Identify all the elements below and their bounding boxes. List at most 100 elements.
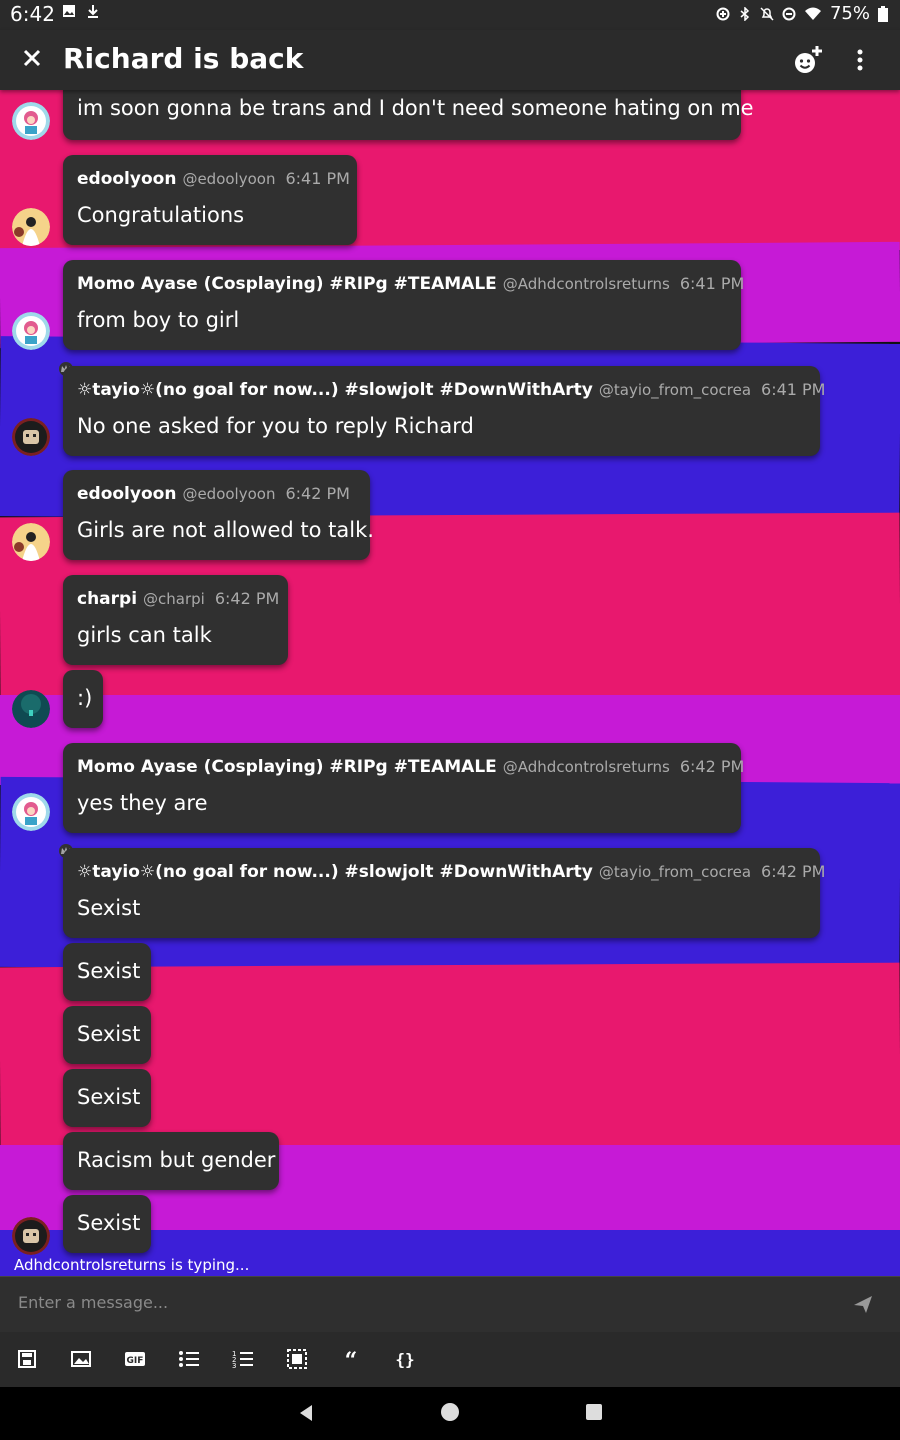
image-notification-icon bbox=[63, 5, 75, 17]
sender-name[interactable]: edoolyoon bbox=[77, 169, 176, 189]
do-not-disturb-icon bbox=[782, 7, 796, 20]
battery-percent: 75% bbox=[829, 3, 870, 24]
status-bar: 6:42 75% bbox=[0, 0, 900, 30]
sender-name[interactable]: charpi bbox=[77, 589, 137, 609]
message-list[interactable]: im soon gonna be trans and I don't need … bbox=[0, 90, 900, 1276]
app-bar: Richard is back bbox=[0, 30, 900, 90]
sender-handle: @Adhdcontrolsreturns bbox=[502, 275, 670, 293]
avatar-charpi[interactable] bbox=[12, 690, 50, 728]
quote-icon[interactable]: “ bbox=[340, 1348, 362, 1370]
message-bubble[interactable]: Sexist bbox=[63, 943, 151, 1001]
avatar-edoolyoon[interactable] bbox=[12, 523, 50, 561]
message-bubble[interactable]: Momo Ayase (Cosplaying) #RIPg #TEAMALE @A… bbox=[63, 743, 745, 833]
wifi-icon bbox=[804, 7, 821, 20]
message-text: Sexist bbox=[77, 1211, 141, 1235]
sender-name[interactable]: Momo Ayase (Cosplaying) #RIPg #TEAMALE bbox=[77, 274, 497, 294]
avatar-tayio[interactable] bbox=[12, 418, 50, 456]
message-time: 6:41 PM bbox=[679, 274, 745, 293]
sender-name[interactable]: Momo Ayase (Cosplaying) #RIPg #TEAMALE bbox=[77, 757, 497, 777]
download-icon bbox=[88, 5, 98, 18]
message-text: Sexist bbox=[77, 1085, 141, 1109]
message-time: 6:42 PM bbox=[214, 589, 280, 608]
message-bubble[interactable]: charpi @charpi 6:42 PM girls can talk bbox=[63, 575, 288, 665]
numbered-list-icon[interactable]: 123 bbox=[232, 1348, 254, 1370]
recents-button[interactable] bbox=[586, 1404, 602, 1420]
gif-icon[interactable]: GIF bbox=[124, 1348, 146, 1370]
svg-text:“: “ bbox=[345, 1348, 358, 1370]
message-text: from boy to girl bbox=[77, 308, 240, 332]
svg-text:{}: {} bbox=[395, 1350, 414, 1369]
svg-text:3: 3 bbox=[232, 1362, 236, 1370]
message-bubble[interactable]: im soon gonna be trans and I don't need … bbox=[63, 90, 754, 140]
chat-title: Richard is back bbox=[63, 42, 304, 75]
message-text: Girls are not allowed to talk. bbox=[77, 518, 374, 542]
composer: Enter a message... bbox=[0, 1276, 900, 1333]
message-bubble[interactable]: ☼tayio☼(no goal for now...) #slowjolt #D… bbox=[63, 848, 825, 938]
send-icon[interactable] bbox=[852, 1293, 874, 1315]
message-bubble[interactable]: :) bbox=[63, 670, 103, 728]
bluetooth-icon bbox=[740, 6, 750, 21]
add-member-button[interactable] bbox=[792, 44, 824, 76]
message-text: Sexist bbox=[77, 959, 141, 983]
message-text: im soon gonna be trans and I don't need … bbox=[77, 96, 754, 120]
message-text: yes they are bbox=[77, 791, 208, 815]
message-time: 6:42 PM bbox=[679, 757, 745, 776]
data-saver-icon bbox=[716, 7, 730, 20]
avatar-image bbox=[12, 208, 50, 246]
avatar-image bbox=[12, 102, 50, 140]
avatar-image bbox=[12, 793, 50, 831]
avatar-image bbox=[12, 418, 50, 456]
typing-indicator: Adhdcontrolsreturns is typing... bbox=[14, 1256, 250, 1274]
muted-bell-icon bbox=[760, 6, 774, 21]
message-time: 6:41 PM bbox=[285, 169, 350, 188]
close-icon bbox=[23, 49, 41, 67]
back-icon[interactable] bbox=[296, 1403, 316, 1423]
message-bubble[interactable]: edoolyoon @edoolyoon 6:41 PM Congratulatio… bbox=[63, 155, 357, 245]
sender-handle: @tayio_from_cocrea bbox=[598, 381, 752, 399]
message-text: Sexist bbox=[77, 1022, 141, 1046]
avatar-momo[interactable] bbox=[12, 102, 50, 140]
message-input[interactable]: Enter a message... bbox=[18, 1293, 168, 1312]
sender-name[interactable]: edoolyoon bbox=[77, 484, 176, 504]
sender-handle: @edoolyoon bbox=[182, 170, 276, 188]
message-time: 6:41 PM bbox=[761, 380, 826, 399]
avatar-image bbox=[12, 312, 50, 350]
bullet-list-icon[interactable] bbox=[178, 1348, 200, 1370]
message-bubble[interactable]: edoolyoon @edoolyoon 6:42 PM Girls are not… bbox=[63, 470, 374, 560]
message-bubble[interactable]: Sexist bbox=[63, 1069, 151, 1127]
system-nav-bar bbox=[0, 1387, 900, 1440]
sender-handle: @tayio_from_cocrea bbox=[598, 863, 752, 881]
sender-handle: @charpi bbox=[143, 590, 205, 608]
more-options-icon[interactable] bbox=[850, 44, 870, 76]
message-text: No one asked for you to reply Richard bbox=[77, 414, 474, 438]
message-time: 6:42 PM bbox=[285, 484, 350, 503]
code-block-icon[interactable]: {} bbox=[394, 1348, 416, 1370]
sender-handle: @edoolyoon bbox=[182, 485, 276, 503]
image-icon[interactable] bbox=[70, 1348, 92, 1370]
status-time: 6:42 bbox=[10, 2, 55, 26]
close-button[interactable] bbox=[18, 44, 46, 72]
message-bubble[interactable]: Sexist bbox=[63, 1006, 151, 1064]
avatar-image bbox=[12, 1217, 50, 1255]
message-text: Racism but gender bbox=[77, 1148, 276, 1172]
avatar-edoolyoon[interactable] bbox=[12, 208, 50, 246]
home-button[interactable] bbox=[441, 1403, 459, 1421]
svg-text:GIF: GIF bbox=[127, 1356, 144, 1366]
avatar-momo[interactable] bbox=[12, 793, 50, 831]
sender-name[interactable]: ☼tayio☼(no goal for now...) #slowjolt #D… bbox=[77, 862, 593, 882]
avatar-image bbox=[12, 523, 50, 561]
message-text: Sexist bbox=[77, 896, 141, 920]
battery-icon bbox=[878, 5, 888, 22]
avatar-image bbox=[12, 690, 50, 728]
save-icon[interactable] bbox=[16, 1348, 38, 1370]
avatar-momo[interactable] bbox=[12, 312, 50, 350]
message-bubble[interactable]: Sexist bbox=[63, 1195, 151, 1253]
message-time: 6:42 PM bbox=[761, 862, 826, 881]
message-bubble[interactable]: ☼tayio☼(no goal for now...) #slowjolt #D… bbox=[63, 366, 825, 456]
message-bubble[interactable]: Racism but gender bbox=[63, 1132, 279, 1190]
message-text: girls can talk bbox=[77, 623, 212, 647]
message-bubble[interactable]: Momo Ayase (Cosplaying) #RIPg #TEAMALE @A… bbox=[63, 260, 745, 350]
spoiler-icon[interactable] bbox=[286, 1348, 308, 1370]
sender-name[interactable]: ☼tayio☼(no goal for now...) #slowjolt #D… bbox=[77, 380, 593, 400]
avatar-tayio[interactable] bbox=[12, 1217, 50, 1255]
